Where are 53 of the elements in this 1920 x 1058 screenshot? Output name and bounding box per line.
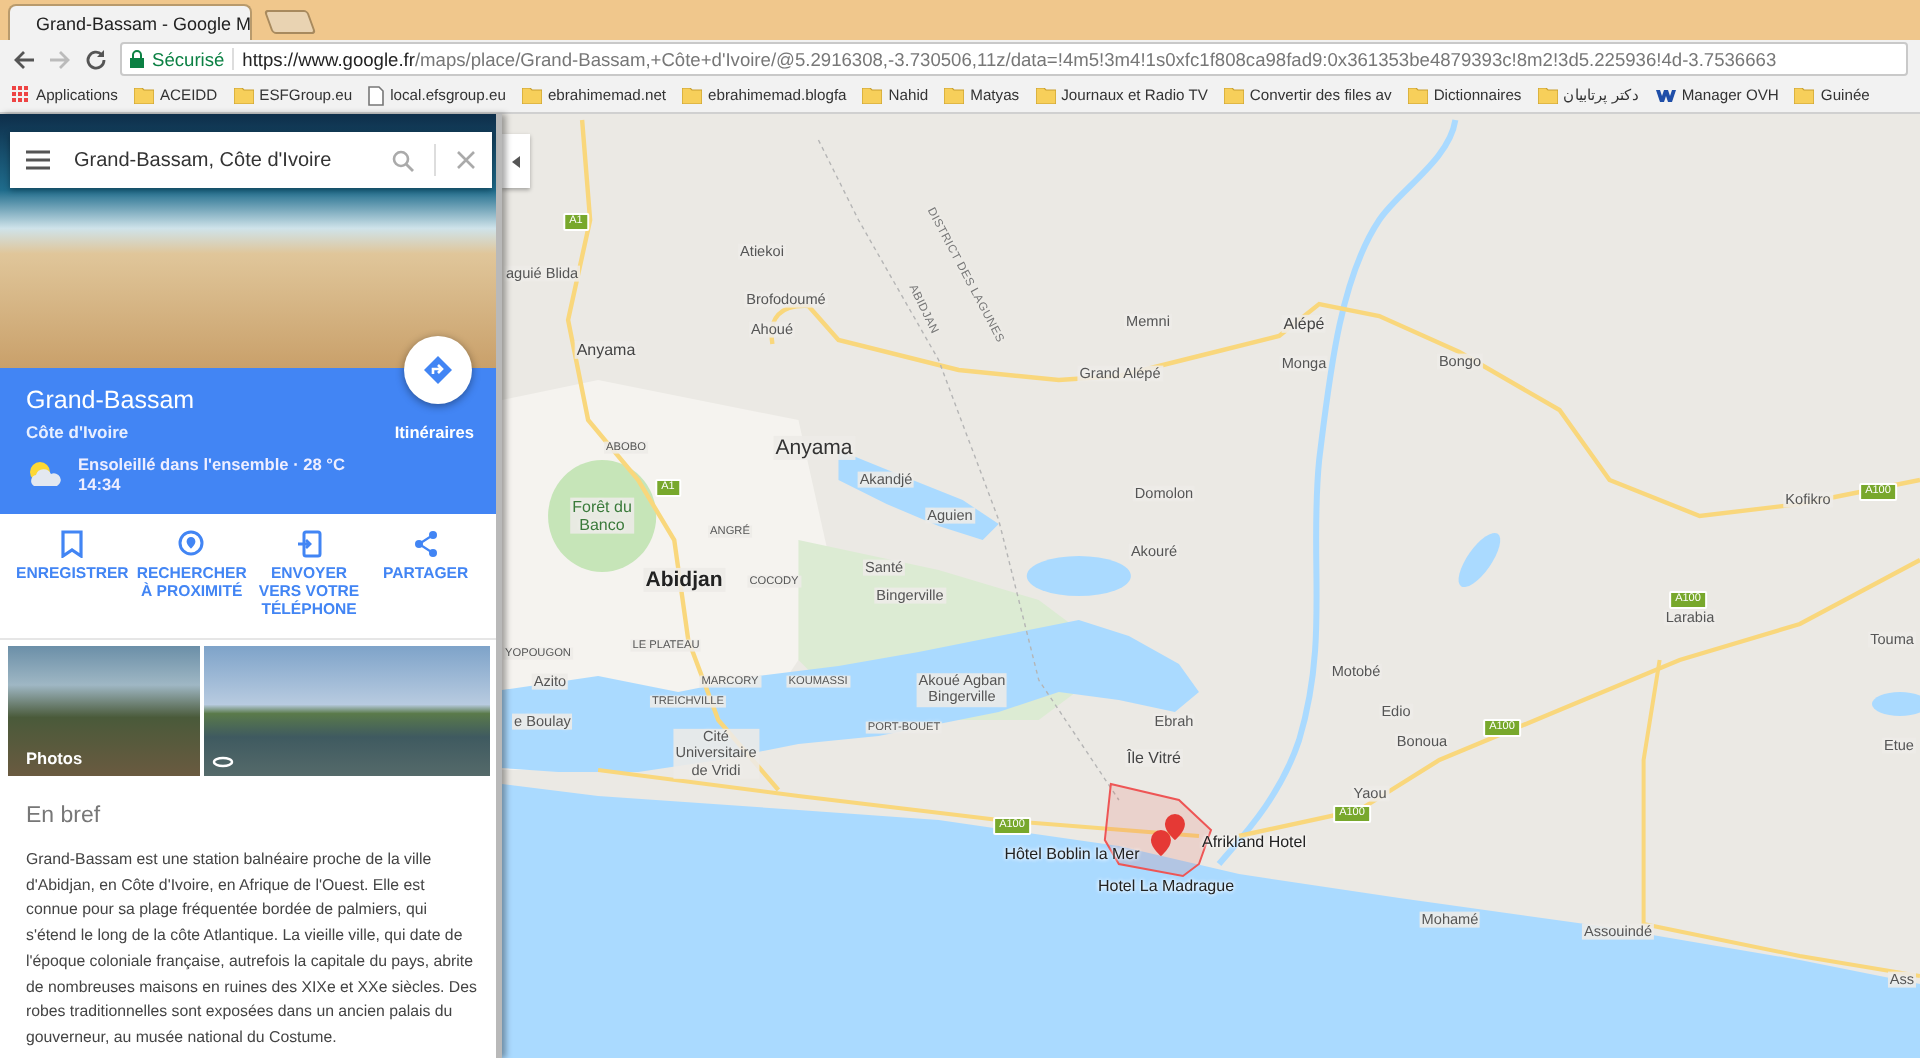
- folder-icon: [944, 87, 965, 103]
- location-pin-icon: [178, 530, 205, 558]
- map-label: Anyama: [773, 435, 855, 461]
- map-label: Hôtel Boblin la Mer: [1004, 844, 1140, 864]
- hotel-pin-icon: [1150, 814, 1185, 856]
- page-icon: [368, 85, 385, 105]
- address-bar[interactable]: Sécurisé https://www.google.fr/maps/place/Grand-Bassam,+Côte+d'Ivoire/@5.2916308,-3.730506,11z/data=!4m5!3m4!1s0xfc1f808ca98fad9:0x361353be4879393c!8m2!3d5.225936!4d-3.7536663: [120, 42, 1908, 76]
- photos-label: Photos: [26, 748, 83, 768]
- back-icon[interactable]: [12, 47, 36, 71]
- map-label: Île Vitré: [1125, 748, 1183, 768]
- map-label: Hotel La Madrague: [1097, 876, 1235, 896]
- section-title: En bref: [24, 802, 103, 828]
- directions-icon: [424, 356, 452, 384]
- bookmark-icon: [60, 530, 85, 558]
- security-label: Sécurisé: [152, 49, 225, 69]
- search-icon[interactable]: [392, 149, 414, 171]
- url-host: https://www.google.fr: [242, 49, 415, 69]
- map-label: Forêt du Banco: [570, 497, 634, 535]
- collapse-button[interactable]: [502, 134, 530, 188]
- folder-icon: [521, 87, 542, 103]
- photo-placeholder[interactable]: [204, 646, 490, 776]
- folder-icon: [1537, 87, 1558, 103]
- panorama-icon: [212, 756, 234, 768]
- share-icon: [413, 530, 438, 558]
- reload-icon[interactable]: [84, 47, 108, 71]
- search-box[interactable]: Grand-Bassam, Côte d'Ivoire: [10, 132, 492, 188]
- folder-icon: [1407, 87, 1428, 103]
- map-label: Abidjan: [643, 567, 725, 593]
- folder-icon: [233, 87, 254, 103]
- sun-cloud-icon: [26, 460, 64, 488]
- folder-icon: [1223, 87, 1244, 103]
- menu-icon[interactable]: [26, 150, 50, 170]
- folder-icon: [133, 87, 154, 103]
- map-label: Alépé: [1281, 314, 1327, 334]
- directions-button[interactable]: [404, 336, 472, 404]
- browser-tab[interactable]: Grand-Bassam - Google M: [8, 4, 252, 40]
- lock-icon: [130, 50, 144, 68]
- map-label: Anyama: [574, 340, 638, 360]
- apps-grid-icon: [12, 86, 30, 104]
- folder-icon: [862, 87, 883, 103]
- search-field[interactable]: Grand-Bassam, Côte d'Ivoire: [70, 147, 372, 173]
- place-name: Grand-Bassam: [26, 386, 197, 414]
- site-icon: [1655, 87, 1676, 103]
- directions-label[interactable]: Itinéraires: [394, 422, 474, 442]
- caret-icon: [512, 155, 520, 167]
- url-path: /maps/place/Grand-Bassam,+Côte+d'Ivoire/@5.2916308,-3.730506,11z/data=!4m5!3m4!1s0xfc1f808ca98fad9:0x361353be4879393c!8m2!3d5.225936!4d-3.7536663: [414, 49, 1777, 69]
- folder-icon: [1794, 87, 1815, 103]
- photo-placeholder[interactable]: Photos: [8, 646, 200, 776]
- place-country: Côte d'Ivoire: [26, 422, 129, 442]
- folder-icon: [682, 87, 703, 103]
- close-icon[interactable]: [456, 150, 476, 170]
- weather-text: Ensoleillé dans l'ensemble · 28 °C 14:34: [78, 454, 345, 494]
- folder-icon: [1035, 87, 1056, 103]
